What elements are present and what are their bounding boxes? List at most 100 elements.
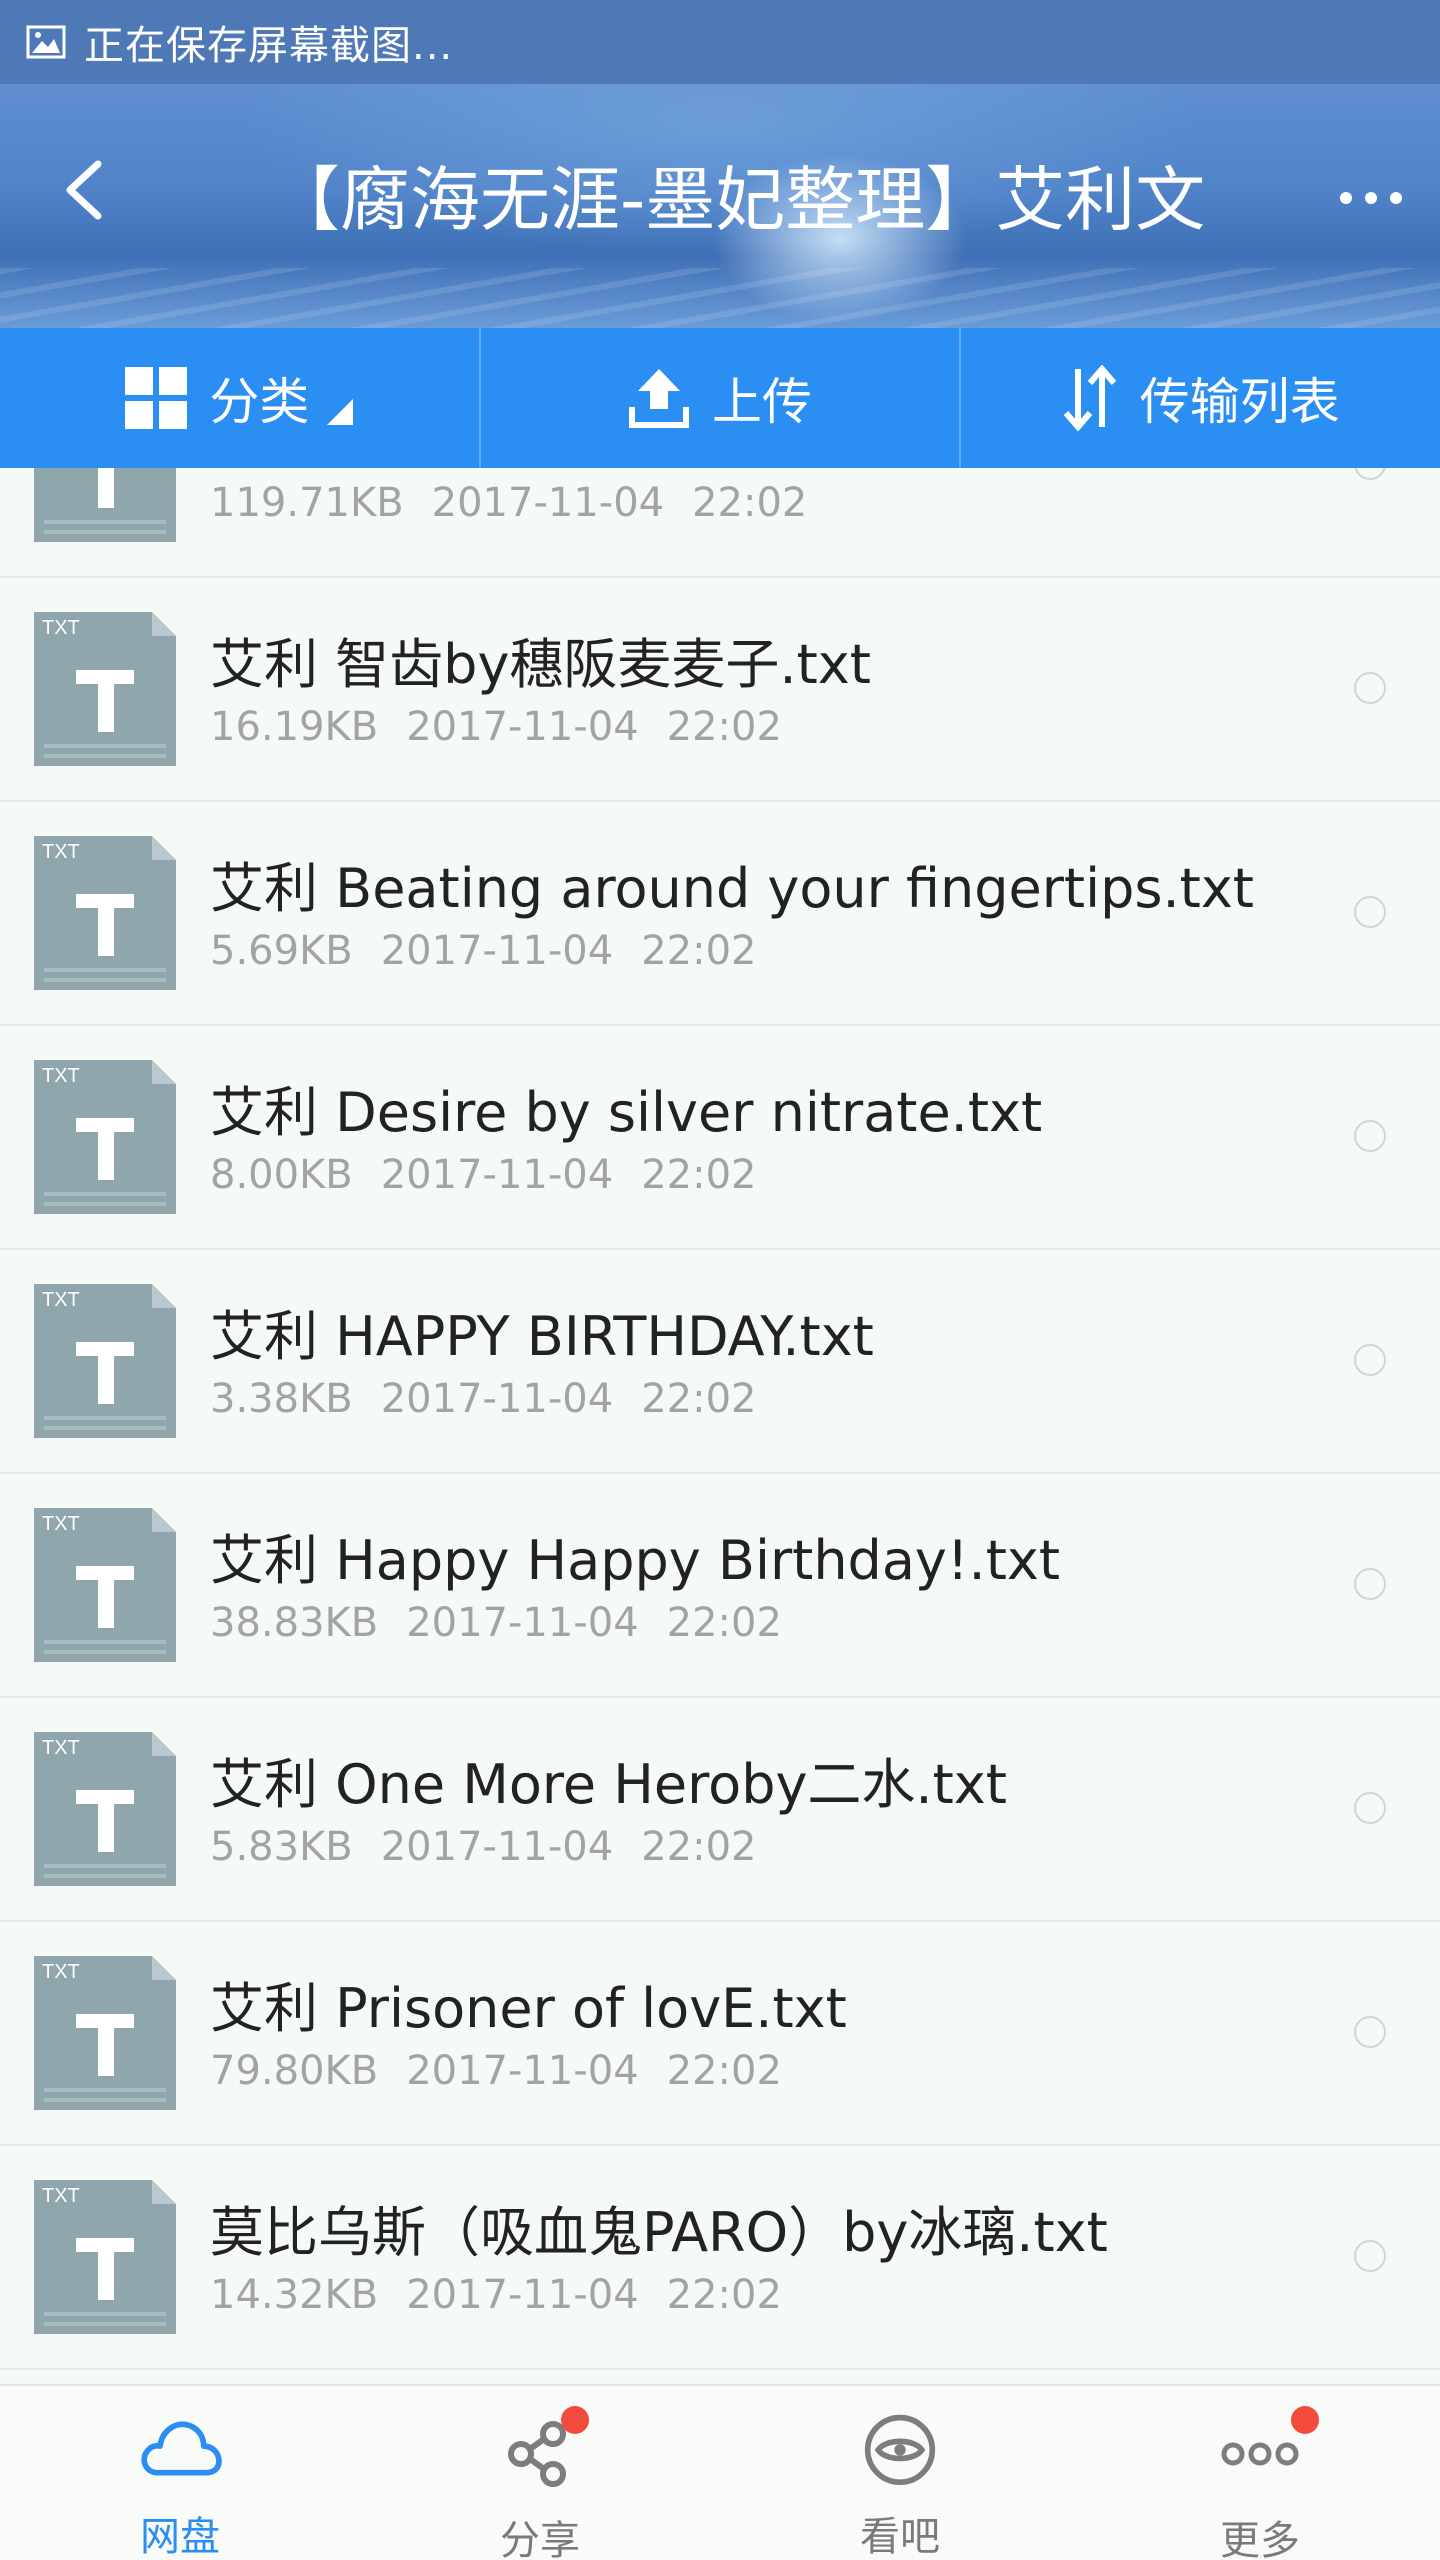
file-time: 22:02 bbox=[666, 1600, 782, 1646]
upload-button[interactable]: 上传 bbox=[478, 328, 960, 468]
file-name: 艾利 HAPPY BIRTHDAY.txt bbox=[210, 1305, 874, 1368]
transfer-list-label: 传输列表 bbox=[1139, 373, 1340, 431]
file-date: 2017-11-04 bbox=[406, 2048, 639, 2094]
header: 【腐海无涯-墨妃整理】艾利文 bbox=[0, 84, 1440, 328]
back-arrow-icon[interactable] bbox=[56, 160, 116, 220]
app-screen: 正在保存屏幕截图... 【腐海无涯-墨妃整理】艾利文 分类 上传 传输列表 11… bbox=[0, 0, 1440, 2560]
select-radio[interactable] bbox=[1354, 2016, 1386, 2048]
caret-down-icon bbox=[327, 399, 354, 425]
file-meta: 119.71KB 2017-11-04 22:02 bbox=[210, 480, 807, 526]
file-type-label: TXT bbox=[42, 1065, 80, 1087]
cloud-icon bbox=[141, 2421, 222, 2476]
file-date: 2017-11-04 bbox=[406, 1600, 639, 1646]
file-name: 艾利 Beating around your fingertips.txt bbox=[210, 857, 1254, 920]
file-date: 2017-11-04 bbox=[406, 704, 639, 750]
file-time: 22:02 bbox=[666, 704, 782, 750]
file-row[interactable]: TXT 艾利 HAPPY BIRTHDAY.txt 3.38KB 2017-11-04… bbox=[0, 1248, 1440, 1474]
file-type-label: TXT bbox=[42, 841, 80, 863]
file-date: 2017-11-04 bbox=[380, 1152, 614, 1198]
file-size: 79.80KB bbox=[210, 2048, 379, 2094]
file-size: 5.69KB bbox=[210, 928, 353, 974]
status-text: 正在保存屏幕截图... bbox=[84, 23, 454, 69]
file-name: 艾利 Happy Happy Birthday!.txt bbox=[210, 1529, 1060, 1592]
file-size: 8.00KB bbox=[210, 1152, 353, 1198]
file-name: 艾利 One More Heroby二水.txt bbox=[210, 1753, 1007, 1816]
file-name: 艾利 Prisoner of lovE.txt bbox=[210, 1977, 847, 2040]
file-time: 22:02 bbox=[641, 928, 757, 974]
file-row[interactable]: TXT 莫比乌斯（吸血鬼PARO）by冰璃.txt 14.32KB 2017-11-0… bbox=[0, 2144, 1440, 2370]
file-meta: 79.80KB 2017-11-04 22:02 bbox=[210, 2048, 782, 2094]
file-meta: 5.69KB 2017-11-04 22:02 bbox=[210, 928, 756, 974]
file-date: 2017-11-04 bbox=[380, 928, 614, 974]
file-meta: 5.83KB 2017-11-04 22:02 bbox=[210, 1824, 756, 1870]
file-list: TXT 119.71KB 2017-11-04 22:02 TXT 艾利 智齿by穗阪麦麦… bbox=[0, 468, 1440, 2384]
more-badge bbox=[1291, 2406, 1319, 2434]
file-date: 2017-11-04 bbox=[406, 2272, 639, 2318]
nav-label-netdisk: 网盘 bbox=[140, 2514, 220, 2560]
file-time: 22:02 bbox=[641, 1152, 757, 1198]
select-radio[interactable] bbox=[1354, 1120, 1386, 1152]
select-radio[interactable] bbox=[1354, 2240, 1386, 2272]
page-title: 【腐海无涯-墨妃整理】艾利文 bbox=[270, 159, 1206, 241]
category-button[interactable]: 分类 bbox=[0, 328, 479, 468]
txt-file-icon: TXT bbox=[34, 1956, 176, 2110]
select-radio[interactable] bbox=[1354, 468, 1386, 480]
nav-item-watch[interactable]: 看吧 bbox=[720, 2386, 1080, 2560]
file-name: 艾利 Desire by silver nitrate.txt bbox=[210, 1081, 1043, 1144]
file-date: 2017-11-04 bbox=[380, 1824, 614, 1870]
file-row[interactable]: TXT 艾利 Desire by silver nitrate.txt 8.00KB… bbox=[0, 1024, 1440, 1250]
transfer-list-button[interactable]: 传输列表 bbox=[959, 328, 1440, 468]
select-radio[interactable] bbox=[1354, 672, 1386, 704]
more-dots-icon[interactable] bbox=[1338, 188, 1404, 208]
status-bar: 正在保存屏幕截图... bbox=[0, 0, 1440, 84]
file-meta: 8.00KB 2017-11-04 22:02 bbox=[210, 1152, 756, 1198]
file-row[interactable]: TXT 艾利 Prisoner of lovE.txt 79.80KB 2017-11… bbox=[0, 1920, 1440, 2146]
file-date: 2017-11-04 bbox=[380, 1376, 614, 1422]
file-time: 22:02 bbox=[692, 480, 808, 526]
file-row[interactable]: TXT 艾利 Beating around your fingertips.txt… bbox=[0, 800, 1440, 1026]
toolbar: 分类 上传 传输列表 bbox=[0, 328, 1440, 468]
select-radio[interactable] bbox=[1354, 896, 1386, 928]
eye-icon bbox=[864, 2414, 936, 2486]
file-row[interactable]: TXT 艾利 One More Heroby二水.txt 5.83KB 2017-11… bbox=[0, 1696, 1440, 1922]
file-size: 119.71KB bbox=[210, 480, 404, 526]
nav-item-netdisk[interactable]: 网盘 bbox=[0, 2386, 360, 2560]
file-time: 22:02 bbox=[666, 2272, 782, 2318]
upload-label: 上传 bbox=[712, 373, 812, 431]
nav-item-more[interactable]: 更多 bbox=[1080, 2386, 1440, 2560]
select-radio[interactable] bbox=[1354, 1568, 1386, 1600]
file-time: 22:02 bbox=[641, 1824, 757, 1870]
txt-file-icon: TXT bbox=[34, 468, 176, 542]
txt-file-icon: TXT bbox=[34, 1060, 176, 1214]
nav-item-share[interactable]: 分享 bbox=[360, 2386, 720, 2560]
transfer-icon bbox=[1063, 365, 1116, 431]
share-badge bbox=[561, 2406, 589, 2434]
txt-file-icon: TXT bbox=[34, 612, 176, 766]
nav-label-share: 分享 bbox=[500, 2518, 580, 2560]
txt-file-icon: TXT bbox=[34, 836, 176, 990]
file-row[interactable]: TXT 119.71KB 2017-11-04 22:02 bbox=[0, 468, 1440, 578]
select-radio[interactable] bbox=[1354, 1792, 1386, 1824]
file-size: 3.38KB bbox=[210, 1376, 353, 1422]
file-meta: 16.19KB 2017-11-04 22:02 bbox=[210, 704, 782, 750]
select-radio[interactable] bbox=[1354, 1344, 1386, 1376]
nav-label-more: 更多 bbox=[1220, 2518, 1300, 2560]
file-size: 38.83KB bbox=[210, 1600, 379, 1646]
file-size: 16.19KB bbox=[210, 704, 379, 750]
txt-file-icon: TXT bbox=[34, 2180, 176, 2334]
image-icon bbox=[26, 25, 66, 59]
grid-icon bbox=[125, 367, 188, 429]
file-type-label: TXT bbox=[42, 1961, 80, 1983]
bottom-nav: 网盘 分享 看吧 更多 bbox=[0, 2384, 1440, 2560]
txt-file-icon: TXT bbox=[34, 1732, 176, 1886]
upload-icon bbox=[629, 369, 689, 428]
file-row[interactable]: TXT 艾利 智齿by穗阪麦麦子.txt 16.19KB 2017-11-04 22:0… bbox=[0, 576, 1440, 802]
file-time: 22:02 bbox=[641, 1376, 757, 1422]
file-time: 22:02 bbox=[666, 2048, 782, 2094]
file-row[interactable]: TXT 艾利 Happy Happy Birthday!.txt 38.83KB 20… bbox=[0, 1472, 1440, 1698]
more-icon-wrap bbox=[1215, 2406, 1319, 2490]
file-type-label: TXT bbox=[42, 617, 80, 639]
file-type-label: TXT bbox=[42, 1289, 80, 1311]
category-label: 分类 bbox=[209, 373, 310, 431]
file-name: 莫比乌斯（吸血鬼PARO）by冰璃.txt bbox=[210, 2201, 1108, 2264]
